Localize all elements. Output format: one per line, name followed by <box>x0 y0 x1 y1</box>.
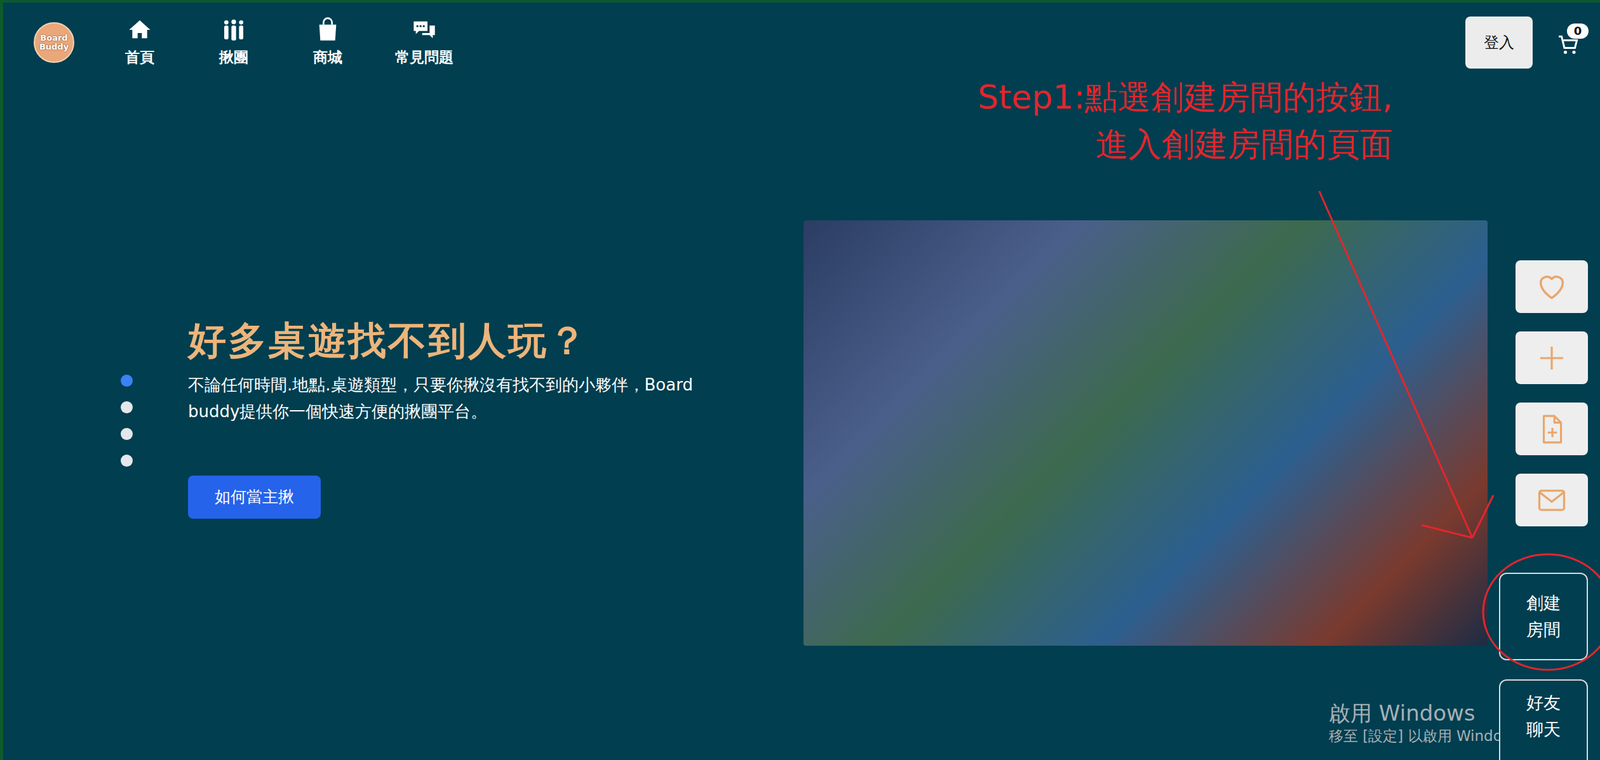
how-to-host-button[interactable]: 如何當主揪 <box>188 475 321 519</box>
friend-chat-button[interactable]: 好友聊天 <box>1499 679 1588 760</box>
carousel-dot[interactable] <box>120 428 133 441</box>
nav-label[interactable]: 常見問題 <box>395 46 454 69</box>
header-actions: 登入 0 <box>1465 16 1585 69</box>
page: Board Buddy 首頁 揪團 商城 <box>0 0 1600 760</box>
nav-label[interactable]: 首頁 <box>125 46 155 69</box>
shopping-bag-icon <box>315 17 341 43</box>
home-icon <box>127 17 153 43</box>
chat-icon <box>411 17 437 43</box>
heart-icon <box>1535 270 1569 304</box>
icon-buttons <box>1515 260 1588 527</box>
nav-label[interactable]: 揪團 <box>219 46 249 69</box>
hero-text: 好多桌遊找不到人玩？ 不論任何時間.地點.桌遊類型，只要你揪沒有找不到的小夥伴，… <box>188 317 725 519</box>
create-room-button[interactable]: 創建房間 <box>1499 572 1588 661</box>
create-room-label[interactable]: 創建房間 <box>1525 590 1562 644</box>
plus-icon <box>1536 342 1567 374</box>
add-button[interactable] <box>1515 331 1588 385</box>
group-icon <box>221 17 247 43</box>
nav-item[interactable]: 商城 <box>295 17 360 69</box>
annotation-line: 進入創建房間的頁面 <box>1095 124 1393 164</box>
mail-button[interactable] <box>1515 473 1588 527</box>
favorite-button[interactable] <box>1515 260 1588 314</box>
hero-description: 不論任何時間.地點.桌遊類型，只要你揪沒有找不到的小夥伴，Board buddy… <box>188 371 725 425</box>
nav-item[interactable]: 首頁 <box>107 17 172 69</box>
hero-title: 好多桌遊找不到人玩？ <box>188 317 589 364</box>
annotation-arrow <box>3 2 1600 760</box>
carousel-dot[interactable] <box>120 454 133 467</box>
carousel-dot[interactable] <box>120 374 133 387</box>
cart-button[interactable]: 0 <box>1556 28 1585 57</box>
cart-badge: 0 <box>1566 23 1589 39</box>
nav-item[interactable]: 揪團 <box>201 17 266 69</box>
nav-item[interactable]: 常見問題 <box>389 17 459 69</box>
friend-chat-label[interactable]: 好友聊天 <box>1525 689 1562 744</box>
board-games-photo <box>803 220 1488 646</box>
watermark-subtitle: 移至 [設定] 以啟用 Windo <box>1328 726 1503 746</box>
watermark-title: 啟用 Windows <box>1328 699 1503 727</box>
hero: 好多桌遊找不到人玩？ 不論任何時間.地點.桌遊類型，只要你揪沒有找不到的小夥伴，… <box>3 82 1600 646</box>
main-nav: 首頁 揪團 商城 常見問題 <box>107 17 459 69</box>
logo[interactable]: Board Buddy <box>33 22 75 63</box>
carousel-dots <box>120 374 133 467</box>
annotation-text: Step1:點選創建房間的按鈕, 進入創建房間的頁面 <box>977 77 1393 164</box>
logo-text[interactable]: Board Buddy <box>37 33 71 52</box>
file-plus-icon <box>1535 413 1568 446</box>
mail-icon <box>1535 484 1569 518</box>
hero-content: 好多桌遊找不到人玩？ 不論任何時間.地點.桌遊類型，只要你揪沒有找不到的小夥伴，… <box>3 317 725 519</box>
windows-watermark: 啟用 Windows 移至 [設定] 以啟用 Windo <box>1328 699 1503 746</box>
new-file-button[interactable] <box>1515 402 1588 456</box>
nav-label[interactable]: 商城 <box>313 46 343 69</box>
login-button[interactable]: 登入 <box>1465 16 1533 69</box>
carousel-dot[interactable] <box>120 401 133 414</box>
header: Board Buddy 首頁 揪團 商城 <box>3 2 1600 83</box>
annotation-line: Step1:點選創建房間的按鈕, <box>977 77 1393 117</box>
floating-sidebar: 創建房間 好友聊天 <box>1499 260 1588 760</box>
